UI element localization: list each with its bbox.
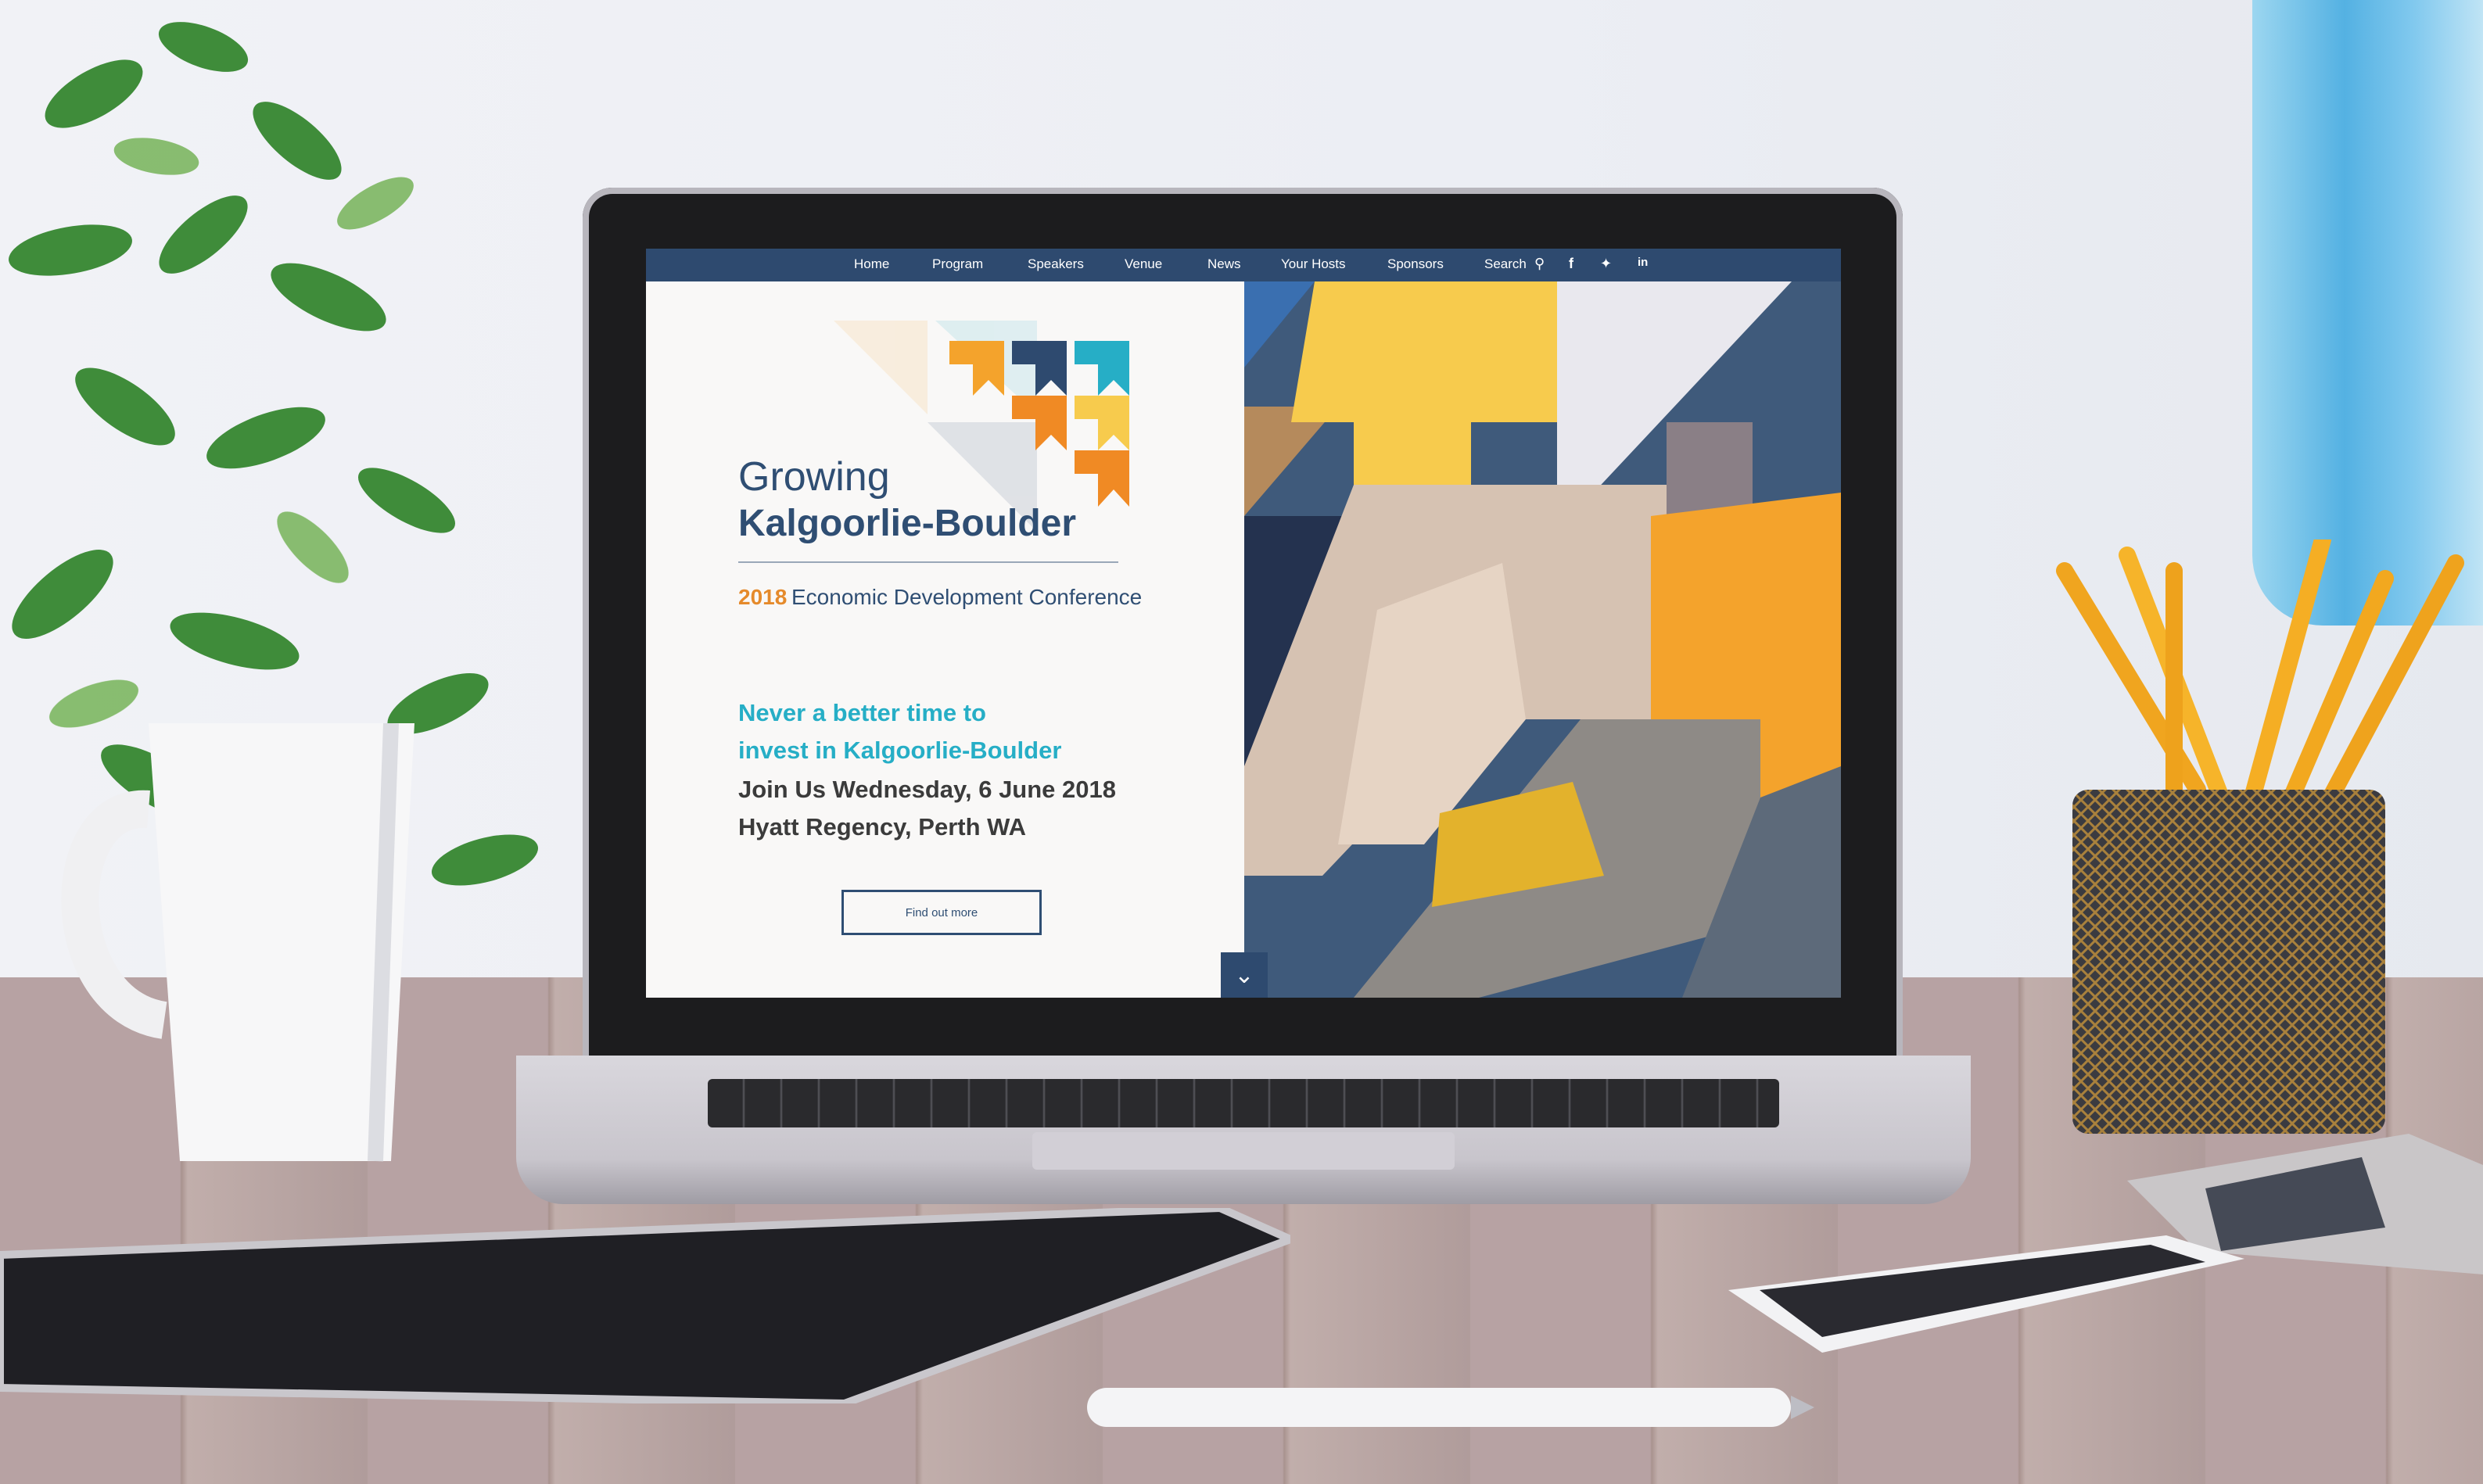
laptop-base (516, 1056, 1971, 1204)
facebook-icon[interactable]: f (1569, 256, 1573, 272)
nav-item-venue[interactable]: Venue (1125, 256, 1162, 272)
find-out-more-button[interactable]: Find out more (841, 890, 1042, 935)
nav-item-program[interactable]: Program (932, 256, 983, 272)
nav-item-home[interactable]: Home (854, 256, 889, 272)
coffee-mug-image (61, 723, 414, 1162)
conference-name: Economic Development Conference (791, 585, 1143, 609)
conference-logo-arrows (949, 341, 1129, 507)
phone-image (1728, 1235, 2244, 1353)
laptop-keyboard (708, 1079, 1779, 1127)
top-navigation-bar: Home Program Speakers Venue News Your Ho… (646, 249, 1841, 281)
pen-image (1087, 1388, 1814, 1427)
nav-item-sponsors[interactable]: Sponsors (1387, 256, 1444, 272)
search-icon[interactable]: ⚲ (1534, 256, 1545, 272)
event-date: Join Us Wednesday, 6 June 2018 (738, 776, 1116, 803)
linkedin-icon[interactable]: in (1638, 256, 1648, 269)
nav-item-search[interactable]: Search (1484, 256, 1527, 272)
hero-left-panel: Growing Kalgoorlie-Boulder 2018 Economic… (646, 281, 1244, 998)
tagline-line1: Never a better time to (738, 699, 986, 726)
title-divider (738, 561, 1118, 563)
laptop-trackpad (1032, 1132, 1455, 1170)
water-bottle-image (2252, 0, 2483, 626)
nav-item-speakers[interactable]: Speakers (1028, 256, 1084, 272)
nav-item-news[interactable]: News (1207, 256, 1241, 272)
website-screen: Home Program Speakers Venue News Your Ho… (646, 249, 1841, 998)
hero-title-line1: Growing (738, 454, 890, 500)
twitter-icon[interactable]: ✦ (1600, 256, 1612, 272)
chevron-down-icon: ⌄ (1234, 962, 1254, 988)
pencil-holder-image (2056, 539, 2464, 1134)
nav-item-your-hosts[interactable]: Your Hosts (1281, 256, 1346, 272)
hero-photo-collage (1244, 281, 1841, 998)
hero-title-line2: Kalgoorlie-Boulder (738, 503, 1077, 544)
conference-year: 2018 (738, 585, 788, 609)
scroll-down-button[interactable]: ⌄ (1221, 952, 1268, 998)
tagline-line2: invest in Kalgoorlie-Boulder (738, 737, 1062, 764)
event-venue: Hyatt Regency, Perth WA (738, 813, 1027, 841)
